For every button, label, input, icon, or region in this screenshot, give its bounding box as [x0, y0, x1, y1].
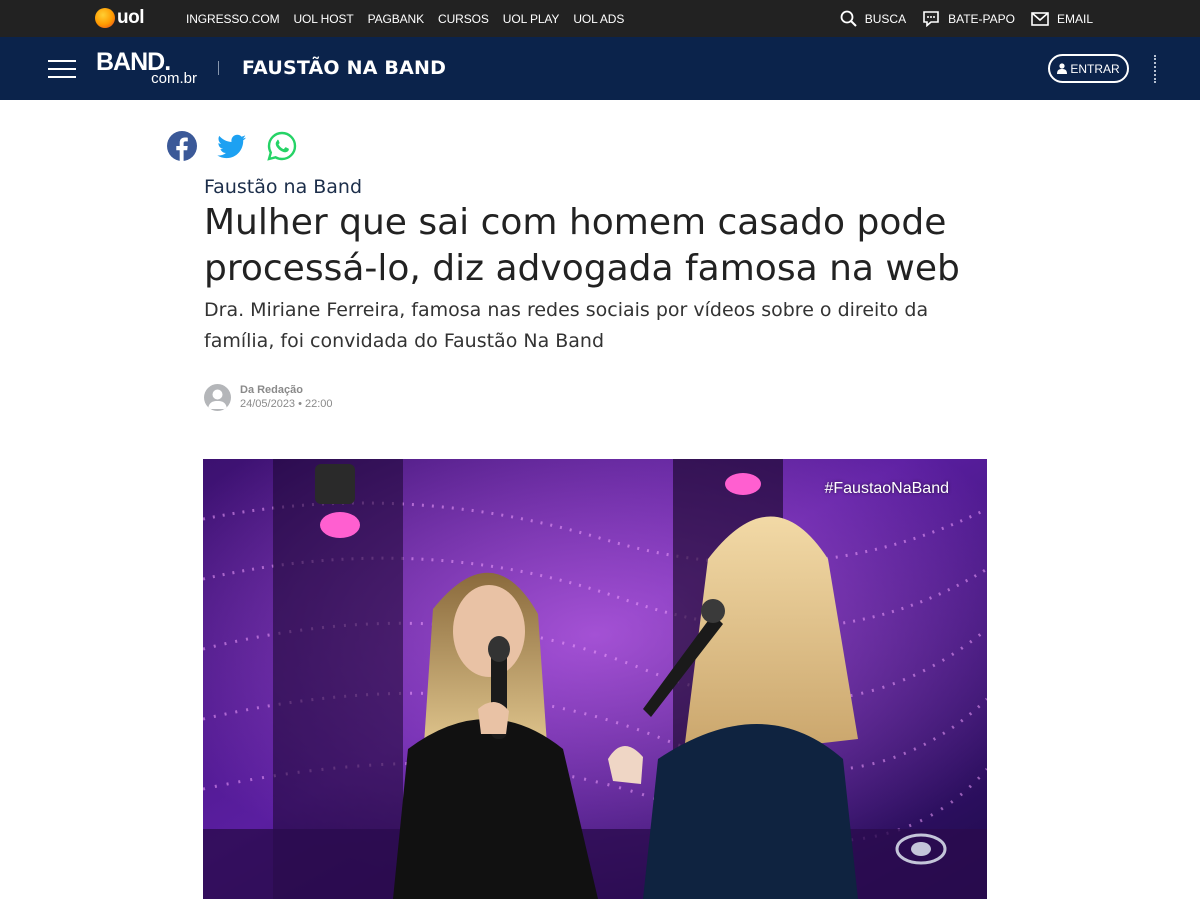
uol-ball-icon [95, 8, 115, 28]
uol-link-ingresso[interactable]: INGRESSO.COM [186, 12, 280, 26]
bate-papo-label: BATE-PAPO [948, 11, 1015, 26]
whatsapp-icon[interactable] [267, 131, 297, 161]
email-link[interactable]: EMAIL [1031, 12, 1093, 26]
user-icon [1057, 63, 1068, 74]
band-header: BAND. com.br FAUSTÃO NA BAND ENTRAR [0, 37, 1200, 100]
header-divider [218, 61, 219, 75]
uol-logo[interactable]: uol [95, 7, 145, 29]
more-options-icon[interactable] [1154, 55, 1157, 83]
author-info: Da Redação 24/05/2023 • 22:00 [204, 383, 333, 411]
share-bar [167, 131, 317, 161]
author-name: Da Redação [240, 384, 303, 396]
mail-icon [1031, 11, 1049, 26]
facebook-icon[interactable] [167, 131, 197, 161]
uol-top-bar: uol INGRESSO.COM UOL HOST PAGBANK CURSOS… [0, 0, 1200, 37]
uol-link-cursos[interactable]: CURSOS [438, 12, 489, 26]
avatar [204, 383, 231, 411]
login-label: ENTRAR [1070, 61, 1120, 76]
busca-label: BUSCA [864, 11, 907, 26]
uol-logo-text: uol [117, 7, 145, 28]
media-hashtag: #FaustaoNaBand [824, 480, 949, 497]
email-label: EMAIL [1056, 11, 1093, 26]
busca-link[interactable]: BUSCA [840, 10, 906, 27]
uol-link-uol-ads[interactable]: UOL ADS [573, 12, 624, 26]
chat-icon [923, 11, 939, 27]
uol-link-uol-host[interactable]: UOL HOST [293, 12, 353, 26]
publish-date: 24/05/2023 • 22:00 [240, 398, 333, 410]
article-title: Mulher que sai com homem casado pode pro… [204, 202, 960, 289]
article-image[interactable]: #FaustaoNaBand [203, 459, 987, 899]
search-icon [840, 10, 857, 27]
uol-links: INGRESSO.COM UOL HOST PAGBANK CURSOS UOL… [186, 0, 638, 37]
band-logo-sub: com.br [151, 70, 197, 87]
article-kicker[interactable]: Faustão na Band [204, 176, 362, 198]
stage-photo [203, 459, 987, 899]
user-avatar-icon [208, 389, 227, 409]
section-title[interactable]: FAUSTÃO NA BAND [242, 57, 446, 79]
login-button[interactable]: ENTRAR [1048, 54, 1129, 83]
menu-icon[interactable] [48, 59, 76, 79]
twitter-icon[interactable] [217, 131, 247, 161]
uol-link-pagbank[interactable]: PAGBANK [368, 12, 425, 26]
uol-link-uol-play[interactable]: UOL PLAY [503, 12, 560, 26]
bate-papo-link[interactable]: BATE-PAPO [922, 10, 1015, 27]
band-logo[interactable]: BAND. com.br [96, 49, 201, 89]
article-subtitle: Dra. Miriane Ferreira, famosa nas redes … [204, 299, 929, 352]
uol-right-links: BUSCA BATE-PAPO EMAIL [824, 0, 1093, 37]
